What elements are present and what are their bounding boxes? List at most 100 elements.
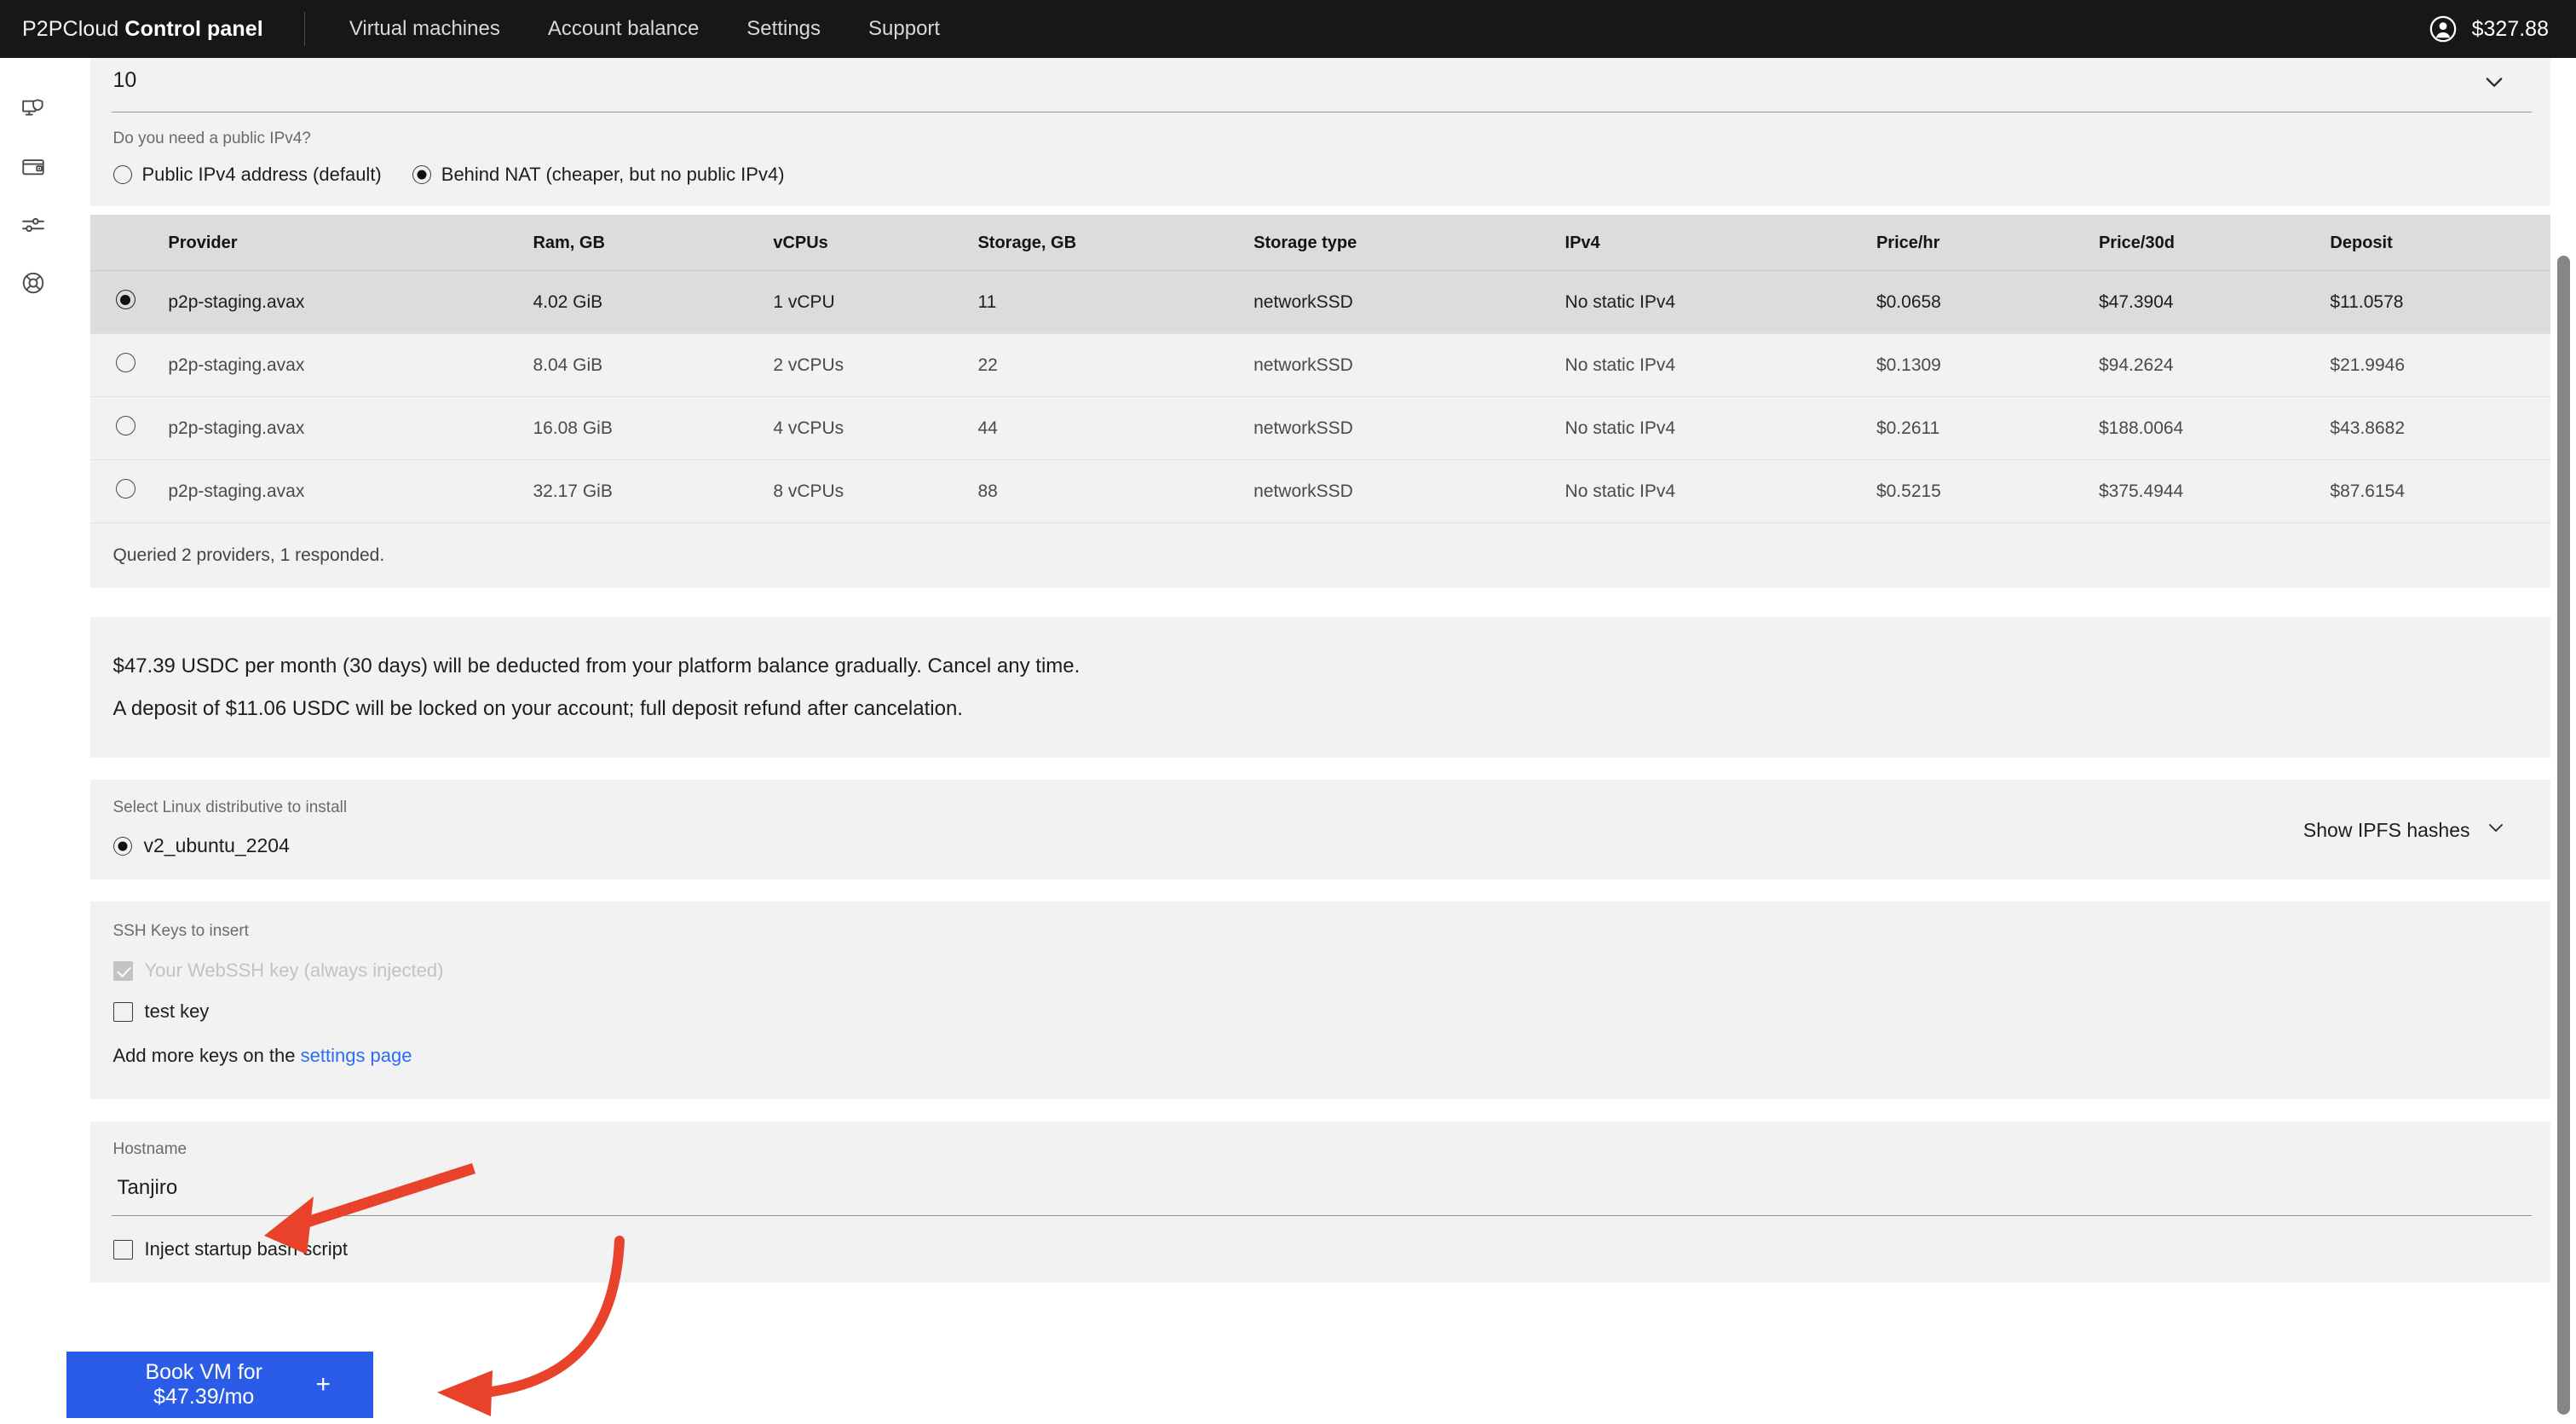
- col-price-30d: Price/30d: [2098, 215, 2331, 271]
- cell-ram: 4.02 GiB: [533, 270, 774, 334]
- cell-storage: 11: [977, 270, 1254, 334]
- cell-vcpus: 1 vCPU: [773, 270, 978, 334]
- table-header-row: Provider Ram, GB vCPUs Storage, GB Stora…: [89, 215, 2553, 271]
- checkbox-inject-startup-script[interactable]: [112, 1239, 133, 1260]
- cell-deposit: $11.0578: [2330, 270, 2553, 334]
- table-row[interactable]: p2p-staging.avax 32.17 GiB 8 vCPUs 88 ne…: [89, 459, 2553, 523]
- nav-account-balance[interactable]: Account balance: [548, 17, 699, 41]
- linux-distro-card: Select Linux distributive to install v2_…: [89, 780, 2553, 880]
- nav-settings[interactable]: Settings: [746, 17, 821, 41]
- col-ipv4: IPv4: [1565, 215, 1876, 271]
- cell-price-30d: $188.0064: [2098, 396, 2331, 460]
- book-vm-button[interactable]: Book VM for $47.39/mo +: [66, 1352, 373, 1418]
- providers-table-body: p2p-staging.avax 4.02 GiB 1 vCPU 11 netw…: [89, 270, 2553, 523]
- ssh-keys-label: SSH Keys to insert: [112, 922, 249, 941]
- brand-logo[interactable]: P2PCloud Control panel: [22, 17, 263, 42]
- plus-icon: +: [315, 1370, 331, 1398]
- distro-option-label: v2_ubuntu_2204: [143, 834, 290, 857]
- row-radio[interactable]: [115, 290, 135, 309]
- row-radio[interactable]: [115, 416, 135, 435]
- providers-query-status: Queried 2 providers, 1 responded.: [112, 545, 385, 565]
- cell-storage: 22: [977, 333, 1254, 397]
- distro-option-ubuntu[interactable]: v2_ubuntu_2204: [112, 834, 2553, 857]
- cell-price-30d: $94.2624: [2098, 333, 2331, 397]
- balance-amount: $327.88: [2471, 16, 2549, 41]
- ssh-key-test-label: test key: [144, 1000, 210, 1023]
- nav-support[interactable]: Support: [868, 17, 940, 41]
- sidebar-item-account-balance[interactable]: [11, 145, 55, 189]
- settings-page-link[interactable]: settings page: [301, 1045, 412, 1066]
- providers-table: Provider Ram, GB vCPUs Storage, GB Stora…: [89, 215, 2553, 523]
- distro-label: Select Linux distributive to install: [112, 798, 348, 817]
- lifebuoy-icon: [20, 270, 46, 296]
- radio-public-ipv4[interactable]: [112, 165, 132, 184]
- row-select-cell[interactable]: [89, 459, 169, 523]
- pricing-notice-card: $47.39 USDC per month (30 days) will be …: [89, 617, 2553, 758]
- show-ipfs-hashes-toggle[interactable]: Show IPFS hashes: [2303, 817, 2506, 843]
- pricing-monthly-line: $47.39 USDC per month (30 days) will be …: [112, 654, 1081, 677]
- ssh-key-testkey-row[interactable]: test key: [112, 1000, 2553, 1023]
- col-storage: Storage, GB: [977, 215, 1254, 271]
- inject-script-row[interactable]: Inject startup bash script: [112, 1238, 2553, 1260]
- checkbox-test-key[interactable]: [112, 1001, 133, 1022]
- cell-deposit: $87.6154: [2330, 459, 2553, 523]
- cell-ram: 32.17 GiB: [533, 459, 774, 523]
- cell-ipv4: No static IPv4: [1565, 333, 1876, 397]
- book-vm-label: Book VM for $47.39/mo: [145, 1360, 263, 1409]
- cell-storage: 44: [977, 396, 1254, 460]
- pricing-deposit-line: A deposit of $11.06 USDC will be locked …: [112, 696, 963, 720]
- cell-storage-type: networkSSD: [1253, 333, 1565, 397]
- ipv4-option-nat[interactable]: Behind NAT (cheaper, but no public IPv4): [412, 164, 785, 186]
- sidebar-item-support[interactable]: [11, 261, 55, 305]
- cell-price-hr: $0.5215: [1876, 459, 2099, 523]
- table-row[interactable]: p2p-staging.avax 4.02 GiB 1 vCPU 11 netw…: [89, 270, 2553, 334]
- nav-virtual-machines[interactable]: Virtual machines: [349, 17, 500, 41]
- quantity-dropdown-card: 10: [89, 58, 2553, 119]
- chevron-down-icon[interactable]: [2482, 70, 2506, 94]
- cell-price-hr: $0.0658: [1876, 270, 2099, 334]
- vertical-scrollbar-track[interactable]: [2550, 58, 2576, 1424]
- cell-price-hr: $0.2611: [1876, 396, 2099, 460]
- quantity-dropdown-value[interactable]: 10: [113, 68, 137, 93]
- cell-vcpus: 8 vCPUs: [773, 459, 978, 523]
- col-price-hr: Price/hr: [1876, 215, 2099, 271]
- row-radio[interactable]: [115, 353, 135, 372]
- add-more-keys-text: Add more keys on the settings page: [113, 1045, 2553, 1067]
- providers-table-card: Provider Ram, GB vCPUs Storage, GB Stora…: [89, 215, 2553, 588]
- header-divider: [303, 12, 305, 46]
- add-more-keys-prefix: Add more keys on the: [112, 1045, 301, 1067]
- vertical-scrollbar-thumb[interactable]: [2557, 256, 2570, 1415]
- cell-price-30d: $47.3904: [2098, 270, 2331, 334]
- ssh-keys-card: SSH Keys to insert Your WebSSH key (alwa…: [89, 902, 2553, 1100]
- table-row[interactable]: p2p-staging.avax 16.08 GiB 4 vCPUs 44 ne…: [89, 396, 2553, 460]
- brand-subtitle: Control panel: [124, 16, 263, 41]
- ipv4-option-public[interactable]: Public IPv4 address (default): [112, 164, 382, 186]
- table-row[interactable]: p2p-staging.avax 8.04 GiB 2 vCPUs 22 net…: [89, 333, 2553, 397]
- row-radio[interactable]: [115, 479, 135, 499]
- sidebar-item-settings[interactable]: [11, 203, 55, 247]
- row-select-cell[interactable]: [89, 396, 169, 460]
- cell-storage-type: networkSSD: [1253, 396, 1565, 460]
- radio-ubuntu-2204[interactable]: [112, 836, 132, 856]
- sidebar: [0, 58, 66, 1424]
- cell-ram: 16.08 GiB: [533, 396, 774, 460]
- sidebar-item-virtual-machines[interactable]: [11, 87, 55, 131]
- ipv4-radio-group: Public IPv4 address (default) Behind NAT…: [112, 164, 2553, 186]
- cell-deposit: $21.9946: [2330, 333, 2553, 397]
- hostname-input[interactable]: Tanjiro: [118, 1176, 2553, 1200]
- cell-price-hr: $0.1309: [1876, 333, 2099, 397]
- account-balance-widget[interactable]: $327.88: [2429, 0, 2549, 58]
- brand-name: P2PCloud: [22, 16, 125, 41]
- cell-ipv4: No static IPv4: [1565, 396, 1876, 460]
- book-vm-container: Book VM for $47.39/mo +: [66, 1352, 373, 1418]
- monitor-shield-icon: [20, 96, 46, 122]
- row-select-cell[interactable]: [89, 270, 169, 334]
- show-ipfs-hashes-label: Show IPFS hashes: [2302, 818, 2470, 841]
- cell-storage: 88: [977, 459, 1254, 523]
- inject-script-label: Inject startup bash script: [144, 1238, 348, 1260]
- row-select-cell[interactable]: [89, 333, 169, 397]
- ipv4-question-label: Do you need a public IPv4?: [112, 130, 311, 147]
- radio-behind-nat[interactable]: [412, 165, 431, 184]
- sliders-icon: [20, 212, 46, 238]
- hostname-underline: [111, 1215, 2532, 1217]
